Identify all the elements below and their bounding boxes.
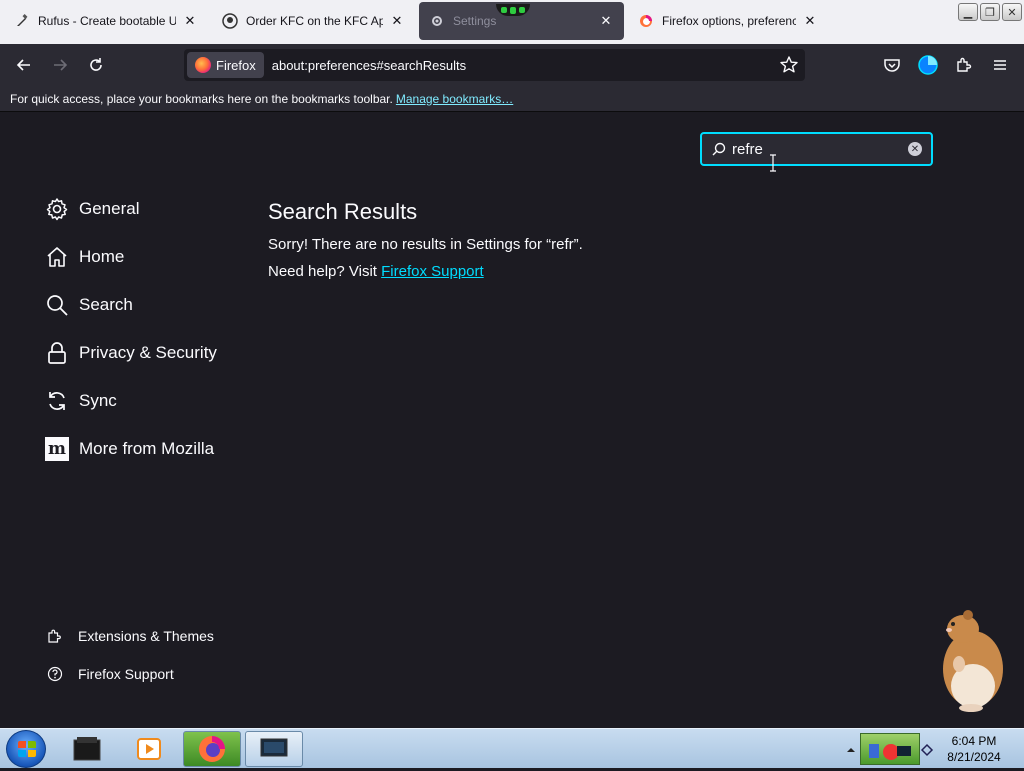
sync-icon bbox=[49, 392, 65, 410]
preferences-page: ✕ General Home Search Privacy & Security… bbox=[0, 112, 1024, 728]
minimize-button[interactable]: ▁ bbox=[958, 3, 978, 21]
windows-logo-icon bbox=[18, 741, 36, 757]
app-menu-button[interactable] bbox=[988, 53, 1012, 77]
mozilla-icon: m bbox=[45, 437, 69, 461]
rufus-icon bbox=[14, 13, 30, 29]
tab-kfc[interactable]: Order KFC on the KFC App, D ✕ bbox=[212, 2, 415, 40]
need-help-text: Need help? Visit bbox=[268, 263, 377, 280]
restore-button[interactable]: ❐ bbox=[980, 3, 1000, 21]
search-results-heading: Search Results bbox=[268, 199, 418, 224]
tab-strip: Rufus - Create bootable USB ✕ Order KFC … bbox=[0, 0, 1024, 44]
close-tab-icon[interactable]: ✕ bbox=[182, 13, 198, 29]
back-button[interactable] bbox=[12, 53, 36, 77]
monitor-icon bbox=[260, 738, 288, 757]
category-more-from-mozilla[interactable]: m More from Mozilla bbox=[45, 433, 214, 465]
text-cursor-icon bbox=[770, 154, 776, 172]
arrow-right-icon bbox=[54, 59, 68, 71]
home-icon bbox=[47, 247, 67, 267]
category-label: General bbox=[79, 199, 140, 218]
firefox-icon bbox=[638, 13, 654, 29]
tab-rufus[interactable]: Rufus - Create bootable USB ✕ bbox=[4, 2, 208, 40]
reload-icon bbox=[90, 58, 102, 71]
nav-bar: Firefox about:preferences#searchResults bbox=[0, 44, 1024, 86]
puzzle-icon bbox=[957, 57, 972, 72]
folder-icon bbox=[73, 737, 101, 761]
bookmark-star-icon[interactable] bbox=[779, 55, 799, 75]
tray-app-icons[interactable] bbox=[860, 733, 920, 765]
taskbar-item-media-player[interactable] bbox=[120, 731, 178, 767]
taskbar-item-firefox[interactable] bbox=[183, 731, 241, 767]
search-icon bbox=[712, 142, 726, 156]
windows-taskbar: 6:04 PM 8/21/2024 bbox=[0, 728, 1024, 768]
footer-link-label: Extensions & Themes bbox=[78, 628, 214, 644]
category-label: Privacy & Security bbox=[79, 343, 217, 362]
hamburger-menu-icon bbox=[994, 60, 1006, 70]
help-icon bbox=[47, 666, 63, 682]
url-bar[interactable]: Firefox about:preferences#searchResults bbox=[184, 49, 805, 81]
extensions-button[interactable] bbox=[952, 53, 976, 77]
tab-title: Order KFC on the KFC App, D bbox=[246, 14, 383, 28]
identity-box[interactable]: Firefox bbox=[187, 52, 264, 78]
category-label: Sync bbox=[79, 391, 117, 410]
show-hidden-icons-icon[interactable] bbox=[846, 745, 856, 755]
close-tab-icon[interactable]: ✕ bbox=[389, 13, 405, 29]
need-help-line: Need help? Visit Firefox Support bbox=[268, 263, 484, 280]
tab-title: Rufus - Create bootable USB bbox=[38, 14, 176, 28]
category-sync[interactable]: Sync bbox=[45, 385, 117, 417]
no-results-message: Sorry! There are no results in Settings … bbox=[268, 236, 583, 253]
taskbar-item-display[interactable] bbox=[245, 731, 303, 767]
media-player-icon bbox=[137, 738, 161, 760]
puzzle-icon bbox=[48, 629, 61, 643]
search-icon bbox=[47, 295, 68, 316]
gear-icon bbox=[46, 198, 68, 221]
taskbar-item-explorer[interactable] bbox=[58, 731, 116, 767]
category-privacy[interactable]: Privacy & Security bbox=[45, 337, 217, 369]
identity-label: Firefox bbox=[216, 57, 256, 73]
forward-button[interactable] bbox=[48, 53, 72, 77]
firefox-support-link[interactable]: Firefox Support bbox=[47, 662, 174, 686]
tab-firefox-options[interactable]: Firefox options, preferences a ✕ bbox=[628, 2, 828, 40]
firefox-logo-icon bbox=[195, 57, 211, 73]
manage-bookmarks-link[interactable]: Manage bookmarks… bbox=[396, 92, 513, 106]
window-controls: ▁ ❐ ✕ bbox=[958, 3, 1022, 21]
taskbar-clock[interactable]: 6:04 PM 8/21/2024 bbox=[930, 733, 1018, 765]
footer-link-label: Firefox Support bbox=[78, 666, 174, 682]
arrow-left-icon bbox=[16, 59, 30, 71]
settings-search-input[interactable] bbox=[732, 140, 902, 158]
firefox-support-result-link[interactable]: Firefox Support bbox=[381, 263, 484, 280]
tab-title: Settings bbox=[453, 14, 497, 28]
clock-time: 6:04 PM bbox=[951, 734, 997, 748]
account-button[interactable] bbox=[916, 53, 940, 77]
bookmarks-toolbar-message: For quick access, place your bookmarks h… bbox=[10, 91, 393, 106]
category-label: Home bbox=[79, 247, 125, 266]
tab-title: Firefox options, preferences a bbox=[662, 14, 796, 28]
hamster-pet-image bbox=[943, 610, 1003, 712]
category-general[interactable]: General bbox=[45, 193, 139, 225]
category-label: More from Mozilla bbox=[79, 439, 215, 458]
kfc-icon bbox=[222, 13, 238, 29]
close-tab-icon[interactable]: ✕ bbox=[802, 13, 818, 29]
clear-search-icon[interactable]: ✕ bbox=[908, 142, 922, 156]
close-tab-icon[interactable]: ✕ bbox=[598, 13, 614, 29]
tray-icons-icon bbox=[869, 744, 911, 760]
category-label: Search bbox=[79, 295, 133, 314]
category-home[interactable]: Home bbox=[45, 241, 124, 273]
lock-icon bbox=[48, 342, 66, 364]
settings-search-box[interactable]: ✕ bbox=[700, 132, 933, 166]
start-button[interactable] bbox=[6, 730, 46, 768]
url-text[interactable]: about:preferences#searchResults bbox=[272, 58, 466, 73]
firefox-icon bbox=[199, 736, 225, 762]
reload-button[interactable] bbox=[84, 53, 108, 77]
pocket-icon bbox=[884, 59, 900, 72]
extensions-themes-link[interactable]: Extensions & Themes bbox=[47, 624, 214, 648]
clock-date: 8/21/2024 bbox=[947, 750, 1001, 764]
bookmarks-toolbar: For quick access, place your bookmarks h… bbox=[0, 86, 1024, 112]
settings-icon bbox=[429, 13, 445, 29]
account-avatar-icon bbox=[918, 55, 938, 75]
pocket-button[interactable] bbox=[880, 53, 904, 77]
category-search[interactable]: Search bbox=[45, 289, 133, 321]
close-window-button[interactable]: ✕ bbox=[1002, 3, 1022, 21]
